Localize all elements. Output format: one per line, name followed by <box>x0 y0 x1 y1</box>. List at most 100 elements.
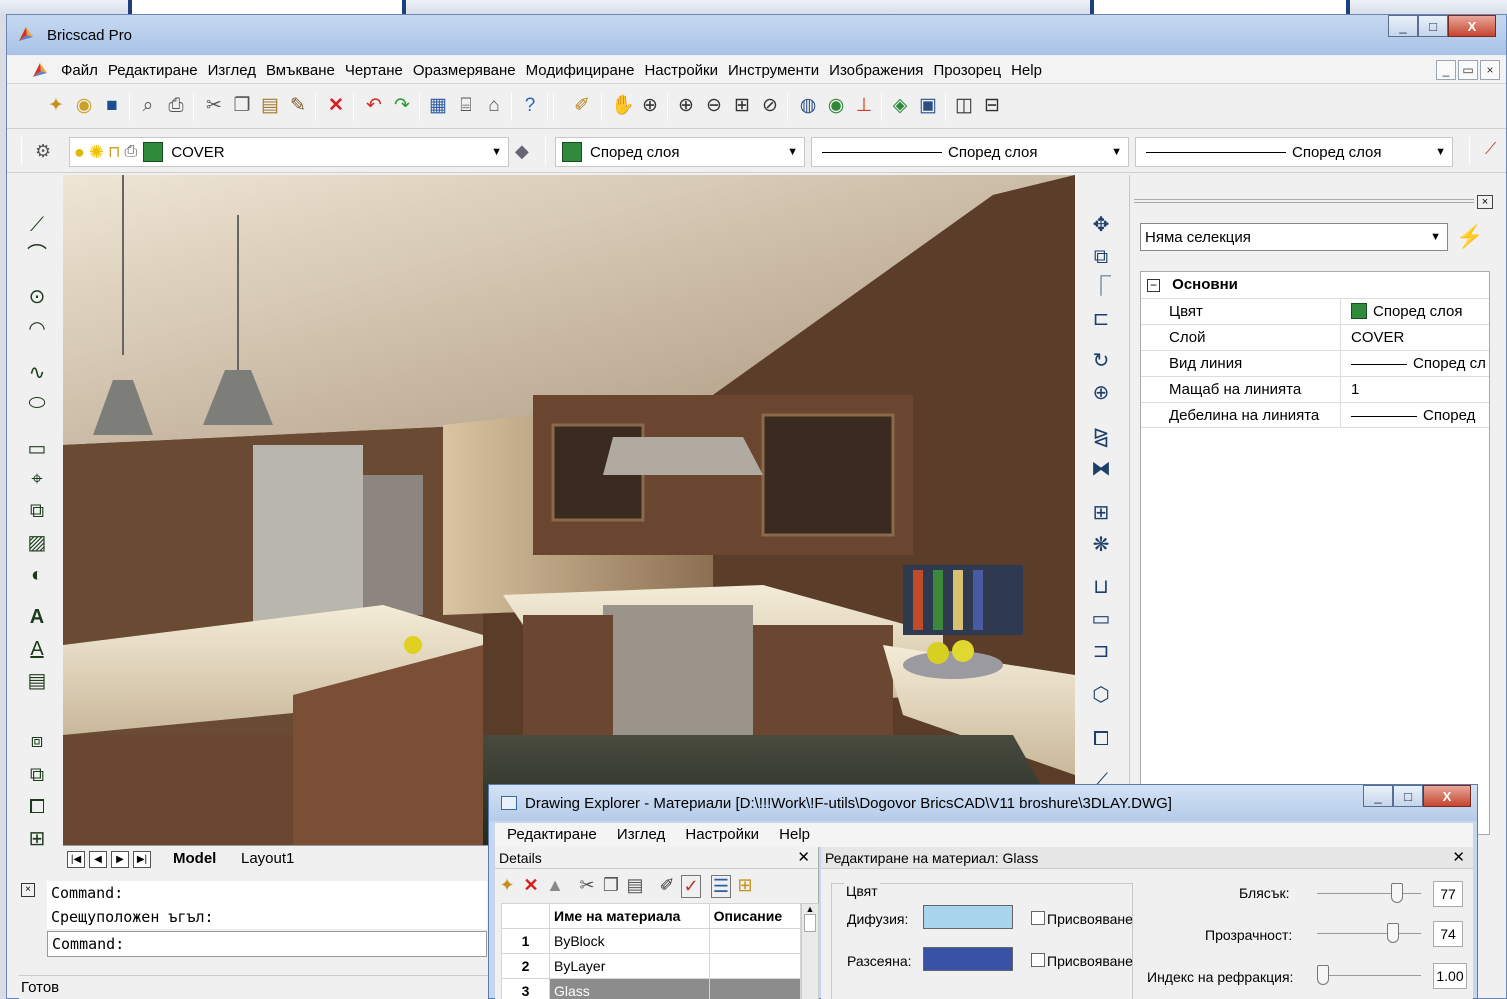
paste-material-icon[interactable]: ▤ <box>625 875 645 896</box>
array-rectangular-icon[interactable]: ⊞ <box>1089 501 1113 525</box>
design-center-icon[interactable]: ⌂ <box>483 95 505 117</box>
menu-modify[interactable]: Модифициране <box>526 62 645 79</box>
table-row[interactable]: 2 ByLayer <box>501 953 802 979</box>
copy-objects-icon[interactable]: ⧉ <box>25 763 49 787</box>
doc-close-button[interactable]: × <box>1480 60 1500 80</box>
menu-settings[interactable]: Настройки <box>644 62 728 79</box>
print-icon[interactable]: ⎙ <box>165 95 187 117</box>
offset-icon[interactable]: ⎾ <box>1089 275 1113 299</box>
shade-icon[interactable]: ▣ <box>917 95 939 117</box>
list-view-icon[interactable]: ☰ <box>711 875 731 898</box>
command-input[interactable]: Command: <box>47 931 487 957</box>
delete-icon[interactable]: ✕ <box>325 95 347 117</box>
drawing-viewport[interactable] <box>63 175 1075 845</box>
details-scrollbar[interactable]: ▲ <box>801 903 819 999</box>
arc-icon[interactable]: ◠ <box>25 317 49 341</box>
dialog-menu-edit[interactable]: Редактиране <box>507 826 597 843</box>
point-icon[interactable]: ⌖ <box>25 467 49 491</box>
doc-restore-button[interactable]: ▭ <box>1458 60 1478 80</box>
menu-insert[interactable]: Вмъкване <box>266 62 345 79</box>
pen-material-icon[interactable]: ✐ <box>657 875 677 896</box>
property-row-linetype[interactable]: Вид линия Според сл <box>1141 350 1489 376</box>
help-icon[interactable]: ? <box>519 95 541 117</box>
dialog-menu-view[interactable]: Изглед <box>617 826 665 843</box>
prev-tab-icon[interactable]: ◀ <box>89 851 107 868</box>
polyline-icon[interactable]: ⌒ <box>25 243 49 267</box>
minimize-button[interactable]: _ <box>1388 15 1418 37</box>
diffuse-color-swatch[interactable] <box>923 905 1013 929</box>
last-tab-icon[interactable]: ▶| <box>133 851 151 868</box>
menu-tools[interactable]: Инструменти <box>728 62 829 79</box>
close-command-line-button[interactable]: × <box>21 883 35 897</box>
text-icon[interactable]: A <box>25 605 49 629</box>
zoom-extents-icon[interactable]: ⊘ <box>759 95 781 117</box>
chamfer-icon[interactable]: ⧠ <box>1089 727 1113 751</box>
dialog-maximize-button[interactable]: □ <box>1393 785 1423 807</box>
undo-icon[interactable]: ↶ <box>363 95 385 117</box>
array-polar-icon[interactable]: ❋ <box>1089 533 1113 557</box>
3d-rotate-icon[interactable]: ⬡ <box>1089 683 1113 707</box>
menu-edit[interactable]: Редактиране <box>108 62 208 79</box>
save-icon[interactable]: ■ <box>101 95 123 117</box>
tile-horizontal-icon[interactable]: ⊟ <box>981 95 1003 117</box>
table-row-selected[interactable]: 3 Glass <box>501 978 802 999</box>
stretch-icon[interactable]: ⊏ <box>1089 307 1113 331</box>
scroll-up-icon[interactable]: ▲ <box>802 904 818 914</box>
menu-images[interactable]: Изображения <box>829 62 933 79</box>
zoom-in-icon[interactable]: ⊕ <box>675 95 697 117</box>
pen-icon[interactable]: ✐ <box>571 95 593 117</box>
layer-previous-icon[interactable]: ◆ <box>515 141 529 162</box>
shine-value-input[interactable]: 77 <box>1433 881 1463 907</box>
explorer-icon[interactable]: ⌸ <box>455 95 477 117</box>
cut-material-icon[interactable]: ✂ <box>577 875 597 896</box>
block-icon[interactable]: ⧉ <box>25 499 49 523</box>
ellipse-icon[interactable]: ⬭ <box>25 391 49 415</box>
next-tab-icon[interactable]: ▶ <box>111 851 129 868</box>
3d-view-icon[interactable]: ◈ <box>889 95 911 117</box>
layer-combo[interactable]: ● ✺ ⊓ ⎙ COVER ▼ <box>69 137 509 167</box>
copy-icon[interactable]: ❐ <box>231 95 253 117</box>
scale-icon[interactable]: ⊕ <box>1089 381 1113 405</box>
break-icon[interactable]: ⊐ <box>1089 639 1113 663</box>
render-icon[interactable]: ◍ <box>797 95 819 117</box>
document-icon[interactable] <box>31 61 49 79</box>
refraction-slider-thumb[interactable] <box>1317 965 1329 985</box>
table-row[interactable]: 1 ByBlock <box>501 928 802 954</box>
title-bar[interactable]: Bricscad Pro _ □ X <box>7 15 1506 55</box>
shine-slider-thumb[interactable] <box>1391 883 1403 903</box>
tile-vertical-icon[interactable]: ◫ <box>953 95 975 117</box>
dialog-close-button[interactable]: X <box>1423 785 1471 807</box>
mirror3d-icon[interactable]: ⧓ <box>1089 457 1113 481</box>
property-row-linetype-scale[interactable]: Мащаб на линията 1 <box>1141 376 1489 402</box>
print-preview-icon[interactable]: ⌕ <box>137 95 159 117</box>
zoom-realtime-icon[interactable]: ⊕ <box>639 95 661 117</box>
close-button[interactable]: X <box>1448 15 1496 37</box>
view-icon[interactable]: ◉ <box>825 95 847 117</box>
tile-view-icon[interactable]: ⊞ <box>735 875 755 896</box>
group-general[interactable]: − Основни <box>1141 272 1489 298</box>
property-row-lineweight[interactable]: Дебелина на линията Според <box>1141 402 1489 428</box>
trim-icon[interactable]: ⊔ <box>1089 575 1113 599</box>
array-icon[interactable]: ⊞ <box>25 827 49 851</box>
menu-draw[interactable]: Чертане <box>345 62 413 79</box>
line-icon[interactable]: ⟋ <box>25 213 49 237</box>
circle-icon[interactable]: ⊙ <box>25 285 49 309</box>
selection-combo[interactable]: Няма селекция ▼ <box>1140 223 1448 251</box>
quick-select-icon[interactable]: ⚡ <box>1456 223 1484 251</box>
close-editor-icon[interactable]: ✕ <box>1452 847 1465 869</box>
zoom-window-icon[interactable]: ⊞ <box>731 95 753 117</box>
maximize-button[interactable]: □ <box>1418 15 1448 37</box>
rectangle-icon[interactable]: ▭ <box>25 437 49 461</box>
menu-window[interactable]: Прозорец <box>933 62 1011 79</box>
insert-block-icon[interactable]: ⧈ <box>25 729 49 753</box>
collapse-icon[interactable]: − <box>1147 278 1160 292</box>
move-objects-icon[interactable]: ⧠ <box>25 795 49 819</box>
refraction-value-input[interactable]: 1.00 <box>1433 963 1467 989</box>
dialog-minimize-button[interactable]: _ <box>1363 785 1393 807</box>
refraction-slider-track[interactable] <box>1317 975 1421 976</box>
scroll-thumb[interactable] <box>804 914 816 932</box>
spline-icon[interactable]: ∿ <box>25 361 49 385</box>
move-icon[interactable]: ✥ <box>1089 213 1113 237</box>
layer-manager-icon[interactable]: ⚙ <box>35 141 51 162</box>
region-icon[interactable]: ◐ <box>25 563 49 587</box>
